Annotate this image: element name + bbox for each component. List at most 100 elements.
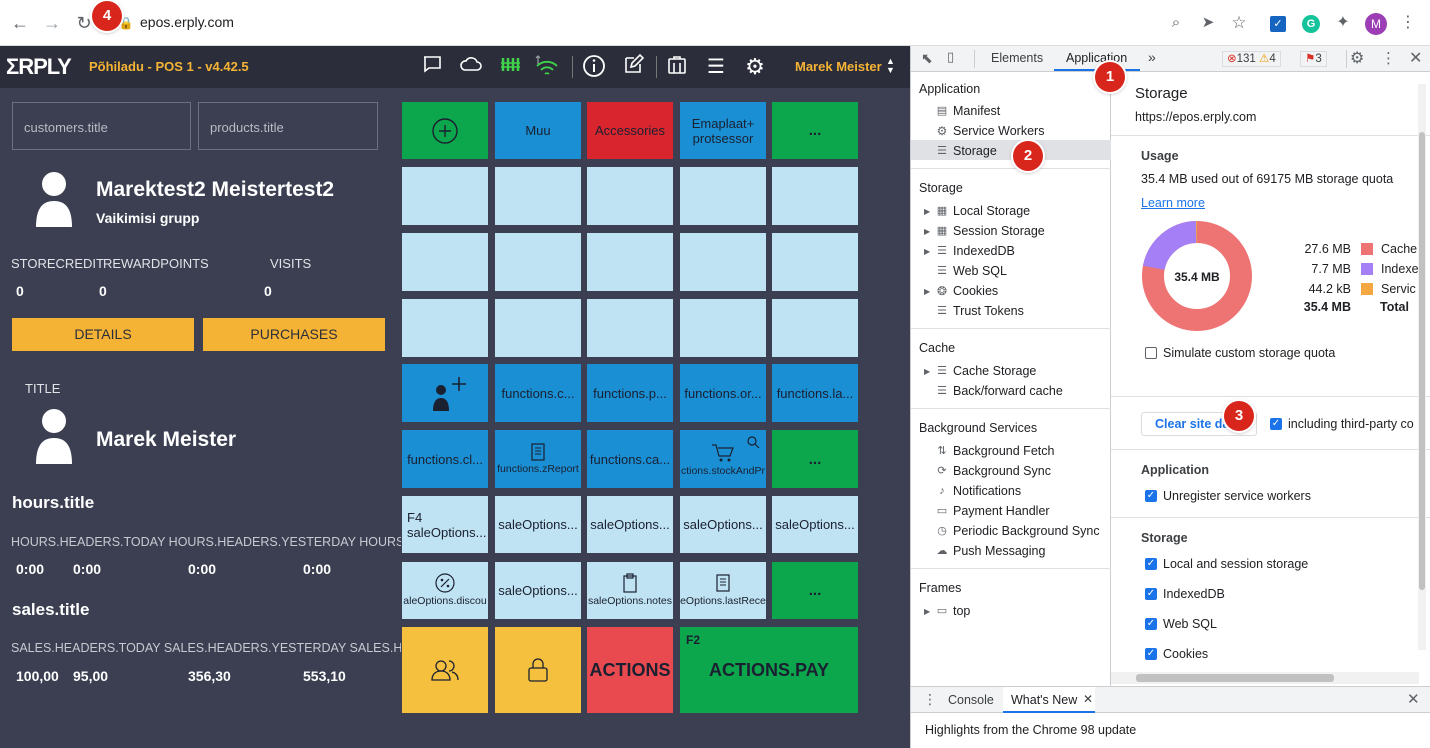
inspect-element-icon[interactable]: ⬉ <box>921 50 933 67</box>
tile-empty[interactable] <box>402 167 488 225</box>
devtools-settings-icon[interactable]: ⚙ <box>1350 48 1364 68</box>
tile-functions-la[interactable]: functions.la... <box>772 364 858 422</box>
profile-avatar[interactable]: M <box>1365 13 1387 35</box>
tile-functions-ca[interactable]: functions.ca... <box>587 430 673 488</box>
sidebar-item-local-storage[interactable]: Local Storage <box>953 204 1030 218</box>
info-icon[interactable] <box>581 54 607 80</box>
sidebar-item-storage[interactable]: Storage <box>953 144 997 158</box>
tile-saleoptions-last-receipt[interactable]: eOptions.lastRece <box>680 562 766 619</box>
tile-empty[interactable] <box>772 167 858 225</box>
tile-empty[interactable] <box>587 299 673 357</box>
tile-more[interactable]: ... <box>772 102 858 159</box>
tile-actions-pay[interactable]: F2 ACTIONS.PAY <box>680 627 858 713</box>
details-button[interactable]: DETAILS <box>12 318 194 351</box>
tile-empty[interactable] <box>772 233 858 291</box>
websql-checkbox[interactable]: ✓ <box>1145 618 1157 630</box>
tab-application[interactable]: Application <box>1066 51 1127 65</box>
tile-muu[interactable]: Muu <box>495 102 581 159</box>
tile-add-product[interactable] <box>402 102 488 159</box>
sidebar-item-background-fetch[interactable]: Background Fetch <box>953 444 1054 458</box>
tile-empty[interactable] <box>680 299 766 357</box>
list-menu-icon[interactable]: ☰ <box>703 54 729 80</box>
grammarly-icon[interactable]: G <box>1302 15 1320 33</box>
expand-arrow-icon[interactable]: ▶ <box>924 287 930 296</box>
expand-arrow-icon[interactable]: ▶ <box>924 247 930 256</box>
sidebar-item-indexeddb[interactable]: IndexedDB <box>953 244 1015 258</box>
tile-functions-cl[interactable]: functions.cl... <box>402 430 488 488</box>
tile-saleoptions[interactable]: saleOptions... <box>495 496 581 553</box>
settings-gear-icon[interactable]: ⚙ <box>742 54 768 80</box>
tile-empty[interactable] <box>495 167 581 225</box>
tile-empty[interactable] <box>587 167 673 225</box>
bookmark-star-icon[interactable]: ☆ <box>1227 11 1251 35</box>
tile-empty[interactable] <box>495 233 581 291</box>
tile-empty[interactable] <box>772 299 858 357</box>
sidebar-item-periodic-sync[interactable]: Periodic Background Sync <box>953 524 1100 538</box>
drawer-tab-close-icon[interactable]: ✕ <box>1083 692 1093 706</box>
sidebar-item-notifications[interactable]: Notifications <box>953 484 1021 498</box>
extension-check-icon[interactable]: ✓ <box>1270 16 1286 32</box>
extensions-puzzle-icon[interactable]: ✦ <box>1331 11 1355 35</box>
drawer-tab-console[interactable]: Console <box>948 693 994 707</box>
products-search-input[interactable]: products.title <box>198 102 378 150</box>
sidebar-item-push-messaging[interactable]: Push Messaging <box>953 544 1045 558</box>
sidebar-item-trust-tokens[interactable]: Trust Tokens <box>953 304 1024 318</box>
tile-lock[interactable] <box>495 627 581 713</box>
tile-functions-zreport[interactable]: functions.zReport <box>495 430 581 488</box>
sidebar-item-session-storage[interactable]: Session Storage <box>953 224 1045 238</box>
tile-customers[interactable] <box>402 627 488 713</box>
console-counts[interactable]: ⊗131 ⚠4 <box>1222 51 1281 67</box>
sidebar-item-websql[interactable]: Web SQL <box>953 264 1007 278</box>
tile-accessories[interactable]: Accessories <box>587 102 673 159</box>
forward-icon[interactable]: → <box>40 11 64 35</box>
tile-empty[interactable] <box>680 233 766 291</box>
expand-arrow-icon[interactable]: ▶ <box>924 607 930 616</box>
devtools-menu-icon[interactable]: ⋮ <box>1381 49 1396 67</box>
pos-user-name[interactable]: Marek Meister <box>795 59 882 74</box>
device-toolbar-icon[interactable]: ▯ <box>947 49 954 65</box>
horizontal-scrollbar-thumb[interactable] <box>1136 674 1334 682</box>
tile-add-customer[interactable] <box>402 364 488 422</box>
customers-search-input[interactable]: customers.title <box>12 102 191 150</box>
tile-more[interactable]: ... <box>772 562 858 619</box>
tile-saleoptions-discount[interactable]: aleOptions.discou <box>402 562 488 619</box>
send-icon[interactable]: ➤ <box>1196 11 1220 35</box>
tile-functions-p[interactable]: functions.p... <box>587 364 673 422</box>
tile-saleoptions[interactable]: saleOptions... <box>772 496 858 553</box>
address-bar[interactable]: epos.erply.com <box>140 14 234 30</box>
sidebar-item-cache-storage[interactable]: Cache Storage <box>953 364 1036 378</box>
local-session-checkbox[interactable]: ✓ <box>1145 558 1157 570</box>
wifi-icon[interactable] <box>532 54 562 80</box>
sidebar-item-payment-handler[interactable]: Payment Handler <box>953 504 1050 518</box>
tile-actions[interactable]: ACTIONS <box>587 627 673 713</box>
indexeddb-checkbox[interactable]: ✓ <box>1145 588 1157 600</box>
tile-saleoptions-notes[interactable]: saleOptions.notes <box>587 562 673 619</box>
cash-drawer-icon[interactable] <box>664 54 690 80</box>
user-sort-icon[interactable]: ▲ ▼ <box>886 57 895 75</box>
sidebar-item-cookies[interactable]: Cookies <box>953 284 998 298</box>
cookies-checkbox[interactable]: ✓ <box>1145 648 1157 660</box>
tile-saleoptions-f4[interactable]: F4 saleOptions... <box>402 496 488 553</box>
third-party-checkbox[interactable]: ✓ <box>1270 418 1282 430</box>
tab-elements[interactable]: Elements <box>991 51 1043 65</box>
expand-arrow-icon[interactable]: ▶ <box>924 367 930 376</box>
issues-counter[interactable]: ⚑3 <box>1300 51 1327 67</box>
tile-saleoptions[interactable]: saleOptions... <box>587 496 673 553</box>
tile-empty[interactable] <box>402 299 488 357</box>
menu-kebab-icon[interactable]: ⋮ <box>1396 11 1420 35</box>
more-tabs-icon[interactable]: » <box>1148 49 1156 65</box>
drawer-menu-icon[interactable]: ⋮ <box>923 691 937 708</box>
expand-arrow-icon[interactable]: ▶ <box>924 207 930 216</box>
tile-functions-stock[interactable]: ctions.stockAndPr <box>680 430 766 488</box>
vertical-scrollbar-thumb[interactable] <box>1419 132 1425 590</box>
edit-icon[interactable] <box>620 53 646 80</box>
tile-empty[interactable] <box>402 233 488 291</box>
tile-functions-or[interactable]: functions.or... <box>680 364 766 422</box>
tile-functions-c[interactable]: functions.c... <box>495 364 581 422</box>
tile-more[interactable]: ... <box>772 430 858 488</box>
purchases-button[interactable]: PURCHASES <box>203 318 385 351</box>
back-icon[interactable]: ← <box>8 11 32 35</box>
tile-empty[interactable] <box>587 233 673 291</box>
unregister-sw-checkbox[interactable]: ✓ <box>1145 490 1157 502</box>
expand-arrow-icon[interactable]: ▶ <box>924 227 930 236</box>
